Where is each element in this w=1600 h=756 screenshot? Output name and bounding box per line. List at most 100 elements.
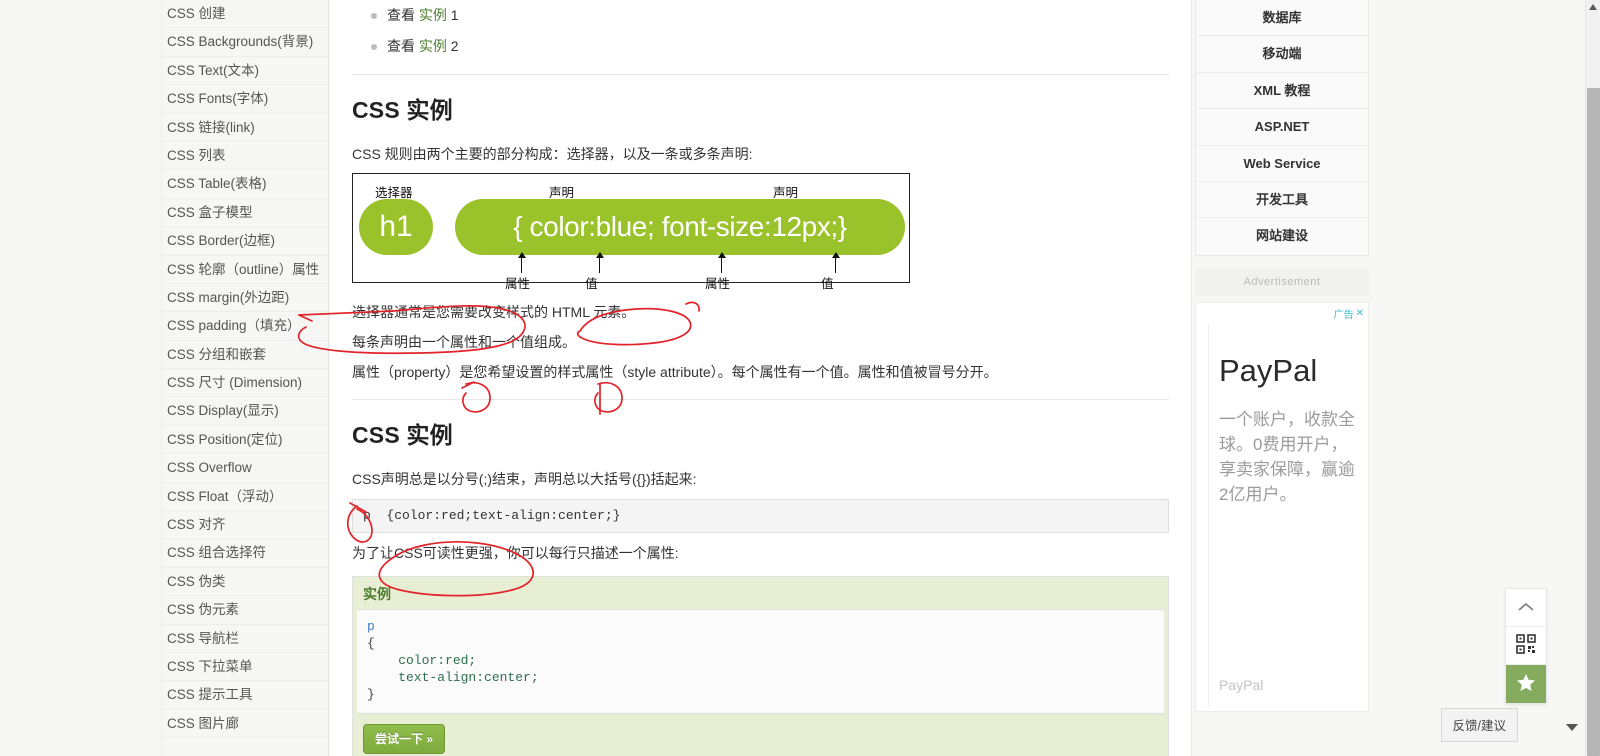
example-links-list: 查看 实例 1 查看 实例 2 [352, 0, 1169, 62]
example-link[interactable]: 实例 [419, 7, 447, 23]
chevron-down-icon[interactable] [1566, 724, 1578, 731]
sidebar-item-3[interactable]: CSS Fonts(字体) [162, 85, 328, 114]
feedback-label: 反馈/建议 [1452, 719, 1506, 733]
sidebar-item-label: CSS Display(显示) [167, 403, 279, 419]
sidebar-item-label: CSS Border(边框) [167, 233, 276, 249]
sidebar-item-5[interactable]: CSS 列表 [162, 142, 328, 171]
sidebar-item-19[interactable]: CSS 组合选择符 [162, 539, 328, 568]
example-suffix: 2 [446, 38, 459, 54]
advertisement-label: Advertisement [1195, 267, 1369, 296]
right-nav-item-3[interactable]: ASP.NET [1196, 109, 1368, 146]
sidebar-item-label: CSS 组合选择符 [167, 545, 267, 561]
ad-brand-title: PayPal [1219, 352, 1318, 388]
sidebar-item-8[interactable]: CSS Border(边框) [162, 227, 328, 256]
feedback-button[interactable]: 反馈/建议 [1440, 708, 1518, 742]
code-line-4: text-align:center; [367, 670, 539, 685]
diagram-arrow-property-2 [717, 252, 726, 273]
sidebar-item-label: CSS 盒子模型 [167, 204, 253, 220]
sidebar-item-13[interactable]: CSS 尺寸 (Dimension) [162, 369, 328, 398]
sidebar-item-14[interactable]: CSS Display(显示) [162, 397, 328, 426]
sidebar-item-18[interactable]: CSS 对齐 [162, 511, 328, 540]
sidebar-item-15[interactable]: CSS Position(定位) [162, 426, 328, 455]
right-nav-item-1[interactable]: 移动端 [1196, 36, 1368, 73]
try-it-button[interactable]: 尝试一下 » [363, 724, 446, 754]
right-nav-item-0[interactable]: 数据库 [1196, 0, 1368, 37]
sidebar-item-25[interactable]: CSS 图片廊 [162, 710, 328, 739]
code-line-3: color:red; [367, 653, 477, 668]
sidebar-item-22[interactable]: CSS 导航栏 [162, 625, 328, 653]
sidebar-item-24[interactable]: CSS 提示工具 [162, 681, 328, 710]
sidebar-item-label: CSS 列表 [167, 147, 226, 163]
divider [352, 74, 1169, 75]
ad-tag[interactable]: 广告 ✕ [1334, 306, 1364, 321]
right-nav-label: 数据库 [1262, 10, 1302, 25]
ad-inner[interactable]: PayPal 一个账户，收款全球。0费用开户，享卖家保障，赢逾2亿用户。 Pay… [1208, 322, 1362, 707]
example-box-code: p { color:red; text-align:center; } [357, 609, 1164, 714]
qrcode-button[interactable] [1506, 627, 1546, 665]
right-nav-label: 开发工具 [1255, 191, 1308, 207]
sidebar-item-21[interactable]: CSS 伪元素 [162, 596, 328, 625]
sidebar-item-2[interactable]: CSS Text(文本) [162, 57, 328, 86]
right-nav-item-2[interactable]: XML 教程 [1196, 73, 1368, 110]
chevron-up-icon [1517, 600, 1535, 616]
css-rule-diagram: 选择器 声明 声明 h1 { color:blue; font-size:12p… [352, 173, 910, 291]
sidebar-item-16[interactable]: CSS Overflow [162, 454, 328, 483]
right-nav-item-6[interactable]: 网站建设 [1196, 218, 1368, 254]
sidebar-item-label: CSS Position(定位) [167, 431, 283, 447]
sidebar-item-label: CSS 对齐 [167, 517, 226, 533]
star-icon [1516, 673, 1536, 695]
right-nav-item-5[interactable]: 开发工具 [1196, 182, 1368, 219]
code-line-1: p [367, 619, 375, 634]
sidebar-item-20[interactable]: CSS 伪类 [162, 568, 328, 597]
sidebar-item-6[interactable]: CSS Table(表格) [162, 170, 328, 199]
back-to-top-button[interactable] [1506, 589, 1546, 627]
floating-side-tools [1505, 588, 1547, 704]
sidebar-item-label: CSS Table(表格) [167, 176, 267, 192]
favorite-button[interactable] [1506, 665, 1546, 703]
diagram-arrow-value-2 [831, 252, 840, 273]
diagram-label-property-1: 属性 [505, 277, 531, 291]
sidebar-item-label: CSS padding（填充） [167, 318, 301, 334]
list-item[interactable]: 查看 实例 2 [352, 31, 1169, 62]
qrcode-icon [1516, 634, 1536, 657]
example-box-footer: 尝试一下 » [353, 714, 1168, 756]
vertical-scrollbar[interactable] [1585, 0, 1600, 756]
sidebar-item-17[interactable]: CSS Float（浮动） [162, 483, 328, 512]
sidebar-item-label: CSS margin(外边距) [167, 289, 290, 305]
right-nav-label: 网站建设 [1255, 228, 1308, 244]
advertisement-panel[interactable]: 广告 ✕ PayPal 一个账户，收款全球。0费用开户，享卖家保障，赢逾2亿用户… [1195, 301, 1369, 712]
section-heading-css-example-2: CSS 实例 [352, 422, 453, 448]
ad-copy-text: 一个账户，收款全球。0费用开户，享卖家保障，赢逾2亿用户。 [1219, 409, 1355, 504]
sidebar-item-11[interactable]: CSS padding（填充） [162, 312, 328, 341]
section2-note: 为了让CSS可读性更强，你可以每行只描述一个属性: [352, 545, 679, 561]
sidebar-item-label: CSS 伪类 [167, 573, 226, 589]
right-sidebar: 数据库 移动端 XML 教程 ASP.NET Web Service 开发工具 … [1193, 0, 1371, 756]
sidebar-item-7[interactable]: CSS 盒子模型 [162, 199, 328, 228]
sidebar-item-23[interactable]: CSS 下拉菜单 [162, 653, 328, 682]
sidebar-item-10[interactable]: CSS margin(外边距) [162, 284, 328, 313]
scrollbar-up-arrow-icon[interactable] [1589, 4, 1597, 10]
ad-footer-brand: PayPal [1219, 676, 1264, 693]
scrollbar-thumb[interactable] [1587, 88, 1600, 756]
example-link[interactable]: 实例 [419, 38, 447, 54]
sidebar-item-label: CSS 尺寸 (Dimension) [167, 375, 303, 391]
diagram-declaration-pill: { color:blue; font-size:12px;} [455, 199, 905, 255]
sidebar-item-9[interactable]: CSS 轮廓（outline）属性 [162, 256, 328, 284]
sidebar-item-4[interactable]: CSS 链接(link) [162, 114, 328, 142]
sidebar-item-1[interactable]: CSS Backgrounds(背景) [162, 28, 328, 57]
list-item[interactable]: 查看 实例 1 [352, 0, 1169, 31]
main-content: 查看 实例 1 查看 实例 2 CSS 实例 CSS 规则由两个主要的部分构成：… [330, 0, 1192, 756]
sidebar-item-0[interactable]: CSS 创建 [162, 0, 328, 29]
diagram-label-value-1: 值 [585, 277, 598, 291]
right-nav-label: Web Service [1243, 155, 1321, 171]
sidebar-item-12[interactable]: CSS 分组和嵌套 [162, 341, 328, 370]
sidebar-item-label: CSS 轮廓（outline）属性 [167, 261, 320, 277]
ad-tag-label: 广告 [1333, 309, 1354, 321]
example-prefix: 查看 [387, 7, 419, 23]
right-nav-list: 数据库 移动端 XML 教程 ASP.NET Web Service 开发工具 … [1195, 0, 1369, 256]
section1-paragraph-1: 选择器通常是您需要改变样式的 HTML 元素。 [352, 304, 636, 320]
sidebar-item-label: CSS 下拉菜单 [167, 658, 253, 674]
right-nav-item-4[interactable]: Web Service [1196, 146, 1368, 182]
sidebar-item-label: CSS 分组和嵌套 [167, 346, 267, 362]
close-icon[interactable]: ✕ [1356, 308, 1364, 319]
